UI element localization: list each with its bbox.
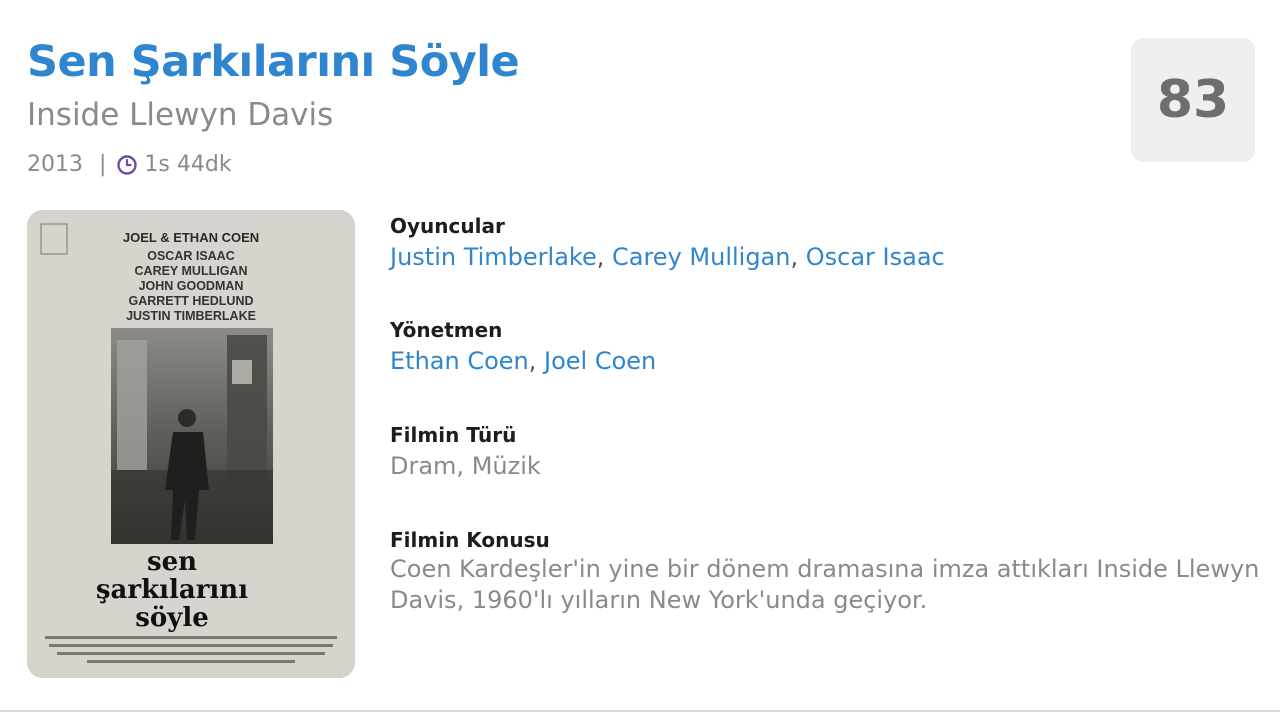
release-year: 2013 (27, 152, 83, 177)
cast-link[interactable]: Justin Timberlake (390, 243, 597, 271)
movie-card: Sen Şarkılarını Söyle Inside Llewyn Davi… (0, 0, 1280, 712)
movie-poster[interactable]: JOEL & ETHAN COEN OSCAR ISAAC CAREY MULL… (27, 210, 355, 678)
director-link[interactable]: Ethan Coen (390, 347, 529, 375)
poster-cast-line: JUSTIN TIMBERLAKE (126, 309, 256, 323)
movie-meta: 2013 | 1s 44dk (27, 150, 232, 180)
poster-title-line: şarkılarını (96, 575, 248, 605)
plot-section: Filmin Konusu Coen Kardeşler'in yine bir… (390, 526, 1260, 616)
poster-cast-line: OSCAR ISAAC (147, 249, 235, 263)
cast-label: Oyuncular (390, 214, 505, 238)
poster-credit: JOEL & ETHAN COEN (123, 230, 259, 245)
original-title: Inside Llewyn Davis (27, 97, 334, 133)
poster-cast-line: GARRETT HEDLUND (129, 294, 254, 308)
duration: 1s 44dk (144, 152, 232, 177)
plot-label: Filmin Konusu (390, 528, 550, 552)
poster-title-line: sen (147, 547, 197, 577)
director-link[interactable]: Joel Coen (544, 347, 656, 375)
director-label: Yönetmen (390, 318, 503, 342)
cast-section: Oyuncular Justin Timberlake, Carey Mulli… (390, 212, 1260, 274)
director-list: Ethan Coen, Joel Coen (390, 347, 657, 375)
cast-link[interactable]: Oscar Isaac (806, 243, 945, 271)
genre-label: Filmin Türü (390, 423, 517, 447)
plot-text: Coen Kardeşler'in yine bir dönem draması… (390, 555, 1260, 614)
cast-list: Justin Timberlake, Carey Mulligan, Oscar… (390, 243, 945, 271)
genre-value: Dram, Müzik (390, 452, 541, 480)
cast-link[interactable]: Carey Mulligan (612, 243, 790, 271)
poster-cast-line: JOHN GOODMAN (139, 279, 244, 293)
meta-separator: | (99, 152, 107, 177)
director-section: Yönetmen Ethan Coen, Joel Coen (390, 316, 1260, 378)
clock-icon (116, 154, 138, 176)
poster-cast-line: CAREY MULLIGAN (135, 264, 248, 278)
poster-title-line: söyle (135, 603, 209, 633)
movie-title[interactable]: Sen Şarkılarını Söyle (27, 34, 520, 90)
score-badge: 83 (1131, 38, 1255, 162)
genre-section: Filmin Türü Dram, Müzik (390, 421, 1260, 483)
